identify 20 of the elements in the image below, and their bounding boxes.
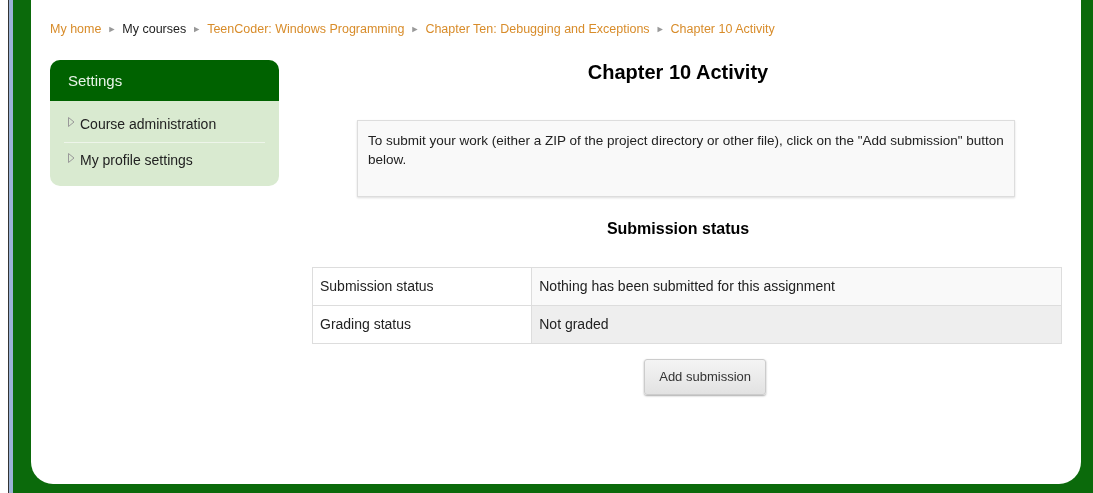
breadcrumb-link[interactable]: Chapter Ten: Debugging and Exceptions: [425, 20, 650, 39]
breadcrumb-separator: ►: [192, 22, 202, 36]
breadcrumb-separator: ►: [655, 22, 665, 36]
add-submission-button[interactable]: Add submission: [644, 359, 766, 395]
settings-item[interactable]: Course administration: [64, 107, 265, 143]
breadcrumb-link[interactable]: Chapter 10 Activity: [670, 20, 775, 39]
section-heading: Submission status: [605, 218, 751, 239]
page-title: Chapter 10 Activity: [586, 59, 770, 84]
breadcrumb-separator: ►: [107, 22, 117, 36]
block-title: Settings: [50, 59, 279, 102]
breadcrumb-link[interactable]: TeenCoder: Windows Programming: [207, 20, 405, 39]
settings-item[interactable]: My profile settings: [64, 142, 265, 179]
intro-text: To submit your work (either a ZIP of the project directory or other file), click on the "Add submission" button below.: [357, 119, 1015, 197]
row-label: Grading status: [312, 305, 532, 344]
breadcrumb-separator: ►: [410, 22, 420, 36]
breadcrumb-item: My courses: [122, 21, 187, 38]
breadcrumb-link[interactable]: My home: [50, 20, 102, 39]
row-value: Nothing has been submitted for this assignment: [531, 267, 1062, 306]
row-value: Not graded: [531, 305, 1062, 344]
row-label: Submission status: [312, 267, 532, 306]
